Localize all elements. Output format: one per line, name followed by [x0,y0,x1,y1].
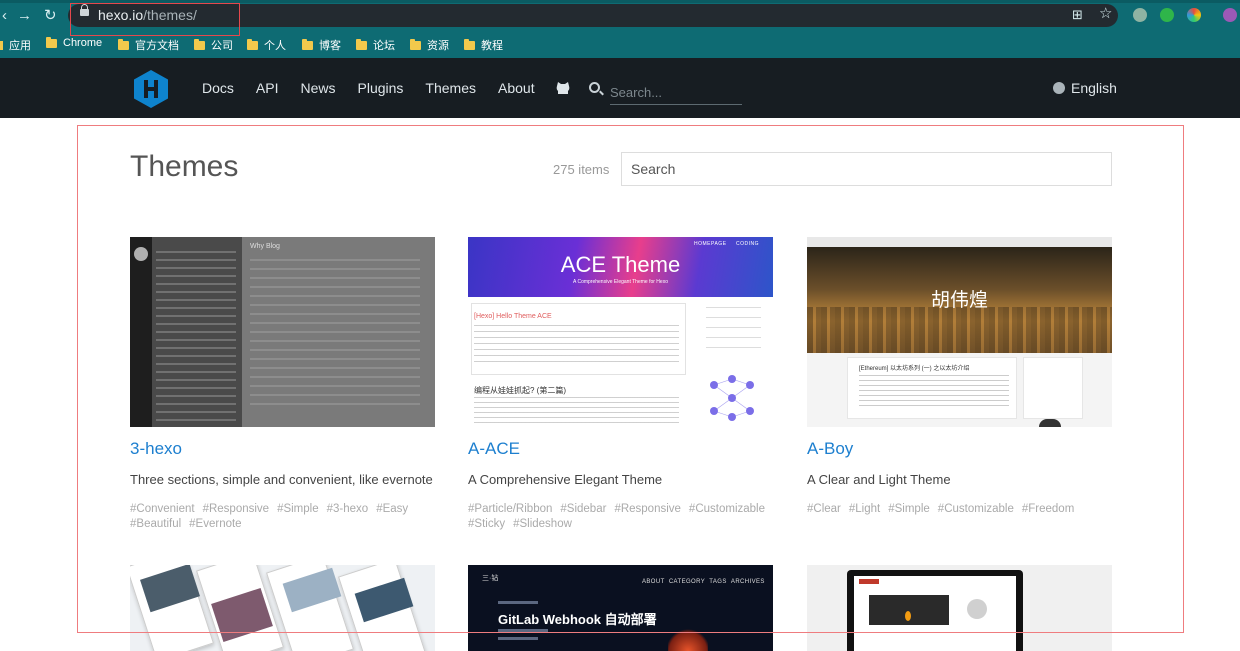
profile-avatar[interactable] [1223,8,1237,22]
theme-thumbnail-row2-1[interactable] [130,565,435,651]
theme-name[interactable]: A-ACE [468,439,773,459]
nav-themes[interactable]: Themes [425,80,476,96]
bookmark-docs[interactable]: 官方文档 [118,37,179,53]
nav-api[interactable]: API [256,80,279,96]
tag[interactable]: #3-hexo [327,502,369,517]
theme-card-3-hexo: Why Blog 3-hexo Three sections, simple a… [130,237,435,532]
main-nav: Docs API News Plugins Themes About [202,80,557,96]
theme-name[interactable]: 3-hexo [130,439,435,459]
theme-tags: #Particle/Ribbon #Sidebar #Responsive #Cust… [468,502,773,532]
thumb-subtitle: A Comprehensive Elegant Theme for Hexo [573,279,668,285]
bookmark-apps[interactable]: 应用 [0,37,31,53]
theme-name[interactable]: A-Boy [807,439,1112,459]
globe-icon [1053,82,1065,94]
tag[interactable]: #Easy [376,502,408,517]
thumb-post-title: [Hexo] Hello Theme ACE [474,313,552,320]
thumb-nav-item: ABOUT [642,579,665,585]
folder-icon [118,38,129,50]
folder-icon [194,38,205,50]
nav-news[interactable]: News [300,80,335,96]
bookmark-tutorials[interactable]: 教程 [464,37,503,53]
bookmark-company[interactable]: 公司 [194,37,233,53]
language-selector[interactable]: English [1053,80,1117,96]
theme-description: Three sections, simple and convenient, l… [130,472,433,487]
theme-thumbnail[interactable]: 胡伟煌 [Ethereum] 以太坊系列 (一) 之以太坊介绍 [807,237,1112,427]
tag[interactable]: #Simple [277,502,319,517]
thumb-post-title-2: 编程从娃娃抓起? (第二篇) [474,386,566,395]
tag[interactable]: #Responsive [203,502,269,517]
thumb-post-title: [Ethereum] 以太坊系列 (一) 之以太坊介绍 [859,366,970,372]
url-highlight-box [70,3,240,36]
theme-card-a-boy: 胡伟煌 [Ethereum] 以太坊系列 (一) 之以太坊介绍 A-Boy A … [807,237,1112,517]
bookmark-forum[interactable]: 论坛 [356,37,395,53]
thumb-title: GitLab Webhook 自动部署 [498,612,657,627]
thumb-nav-item: CODING [735,241,759,247]
github-icon[interactable] [556,82,570,94]
thumb-heading: Why Blog [250,243,280,250]
thumb-nav-item: HOMEPAGE [694,241,727,247]
tag[interactable]: #Particle/Ribbon [468,502,552,517]
color-extension-icon[interactable] [1187,8,1201,22]
tag[interactable]: #Customizable [938,502,1014,517]
theme-description: A Comprehensive Elegant Theme [468,472,663,487]
page-title: Themes [130,150,239,183]
thumb-title: 胡伟煌 [930,290,988,311]
bookmark-blog[interactable]: 博客 [302,37,341,53]
thumb-nav-item: CATEGORY [668,579,706,585]
folder-icon [356,38,367,50]
tag[interactable]: #Freedom [1022,502,1074,517]
apps-icon [0,40,3,50]
folder-icon [410,38,421,50]
tag[interactable]: #Beautiful [130,517,181,532]
tag[interactable]: #Light [849,502,880,517]
site-search-input[interactable] [610,81,742,105]
language-label: English [1071,80,1117,96]
theme-tags: #Clear #Light #Simple #Customizable #Freedom [807,502,1112,517]
tag[interactable]: #Customizable [689,502,765,517]
forward-arrow-icon[interactable]: → [17,8,32,23]
theme-thumbnail-row2-2[interactable]: 三·钻 ABOUT CATEGORY TAGS ARCHIVES GitLab … [468,565,773,651]
reload-icon[interactable]: ↻ [44,8,57,23]
search-icon [589,82,600,93]
nav-plugins[interactable]: Plugins [358,80,404,96]
folder-icon [302,38,313,50]
tag[interactable]: #Sidebar [560,502,606,517]
thumb-nav-item: ARCHIVES [730,579,765,585]
back-arrow-icon[interactable]: ‹ [2,8,7,23]
tag[interactable]: #Responsive [614,502,680,517]
theme-card-a-ace: HOMEPAGE CODING ACE Theme A Comprehensiv… [468,237,773,532]
theme-tags: #Convenient #Responsive #Simple #3-hexo #Eas… [130,502,435,532]
hexo-logo-icon[interactable] [134,70,168,108]
extension-icon[interactable] [1133,8,1147,22]
translate-icon[interactable]: ⊞ [1072,7,1083,22]
site-header: Docs API News Plugins Themes About Engli… [0,58,1240,118]
bookmark-chrome[interactable]: Chrome [46,36,102,49]
thumb-brand: 三·钻 [482,575,499,582]
thumb-nav-item: TAGS [709,579,727,585]
tag[interactable]: #Convenient [130,502,195,517]
neural-network-icon [710,375,754,421]
tag[interactable]: #Clear [807,502,841,517]
theme-count: 275 items [553,162,610,177]
tag[interactable]: #Sticky [468,517,505,532]
bookmark-resources[interactable]: 资源 [410,37,449,53]
folder-icon [464,38,475,50]
theme-search-input[interactable] [621,152,1112,186]
tag[interactable]: #Simple [888,502,930,517]
nav-about[interactable]: About [498,80,535,96]
tag[interactable]: #Evernote [189,517,241,532]
tag[interactable]: #Slideshow [513,517,572,532]
theme-thumbnail[interactable]: Why Blog [130,237,435,427]
folder-icon [46,36,57,48]
theme-thumbnail[interactable]: HOMEPAGE CODING ACE Theme A Comprehensiv… [468,237,773,427]
nav-docs[interactable]: Docs [202,80,234,96]
bookmark-personal[interactable]: 个人 [247,37,286,53]
folder-icon [247,38,258,50]
wechat-extension-icon[interactable] [1160,8,1174,22]
thumb-title: ACE Theme [560,252,681,277]
star-icon[interactable]: ☆ [1099,6,1112,21]
theme-thumbnail-row2-3[interactable] [807,565,1112,651]
theme-description: A Clear and Light Theme [807,472,951,487]
